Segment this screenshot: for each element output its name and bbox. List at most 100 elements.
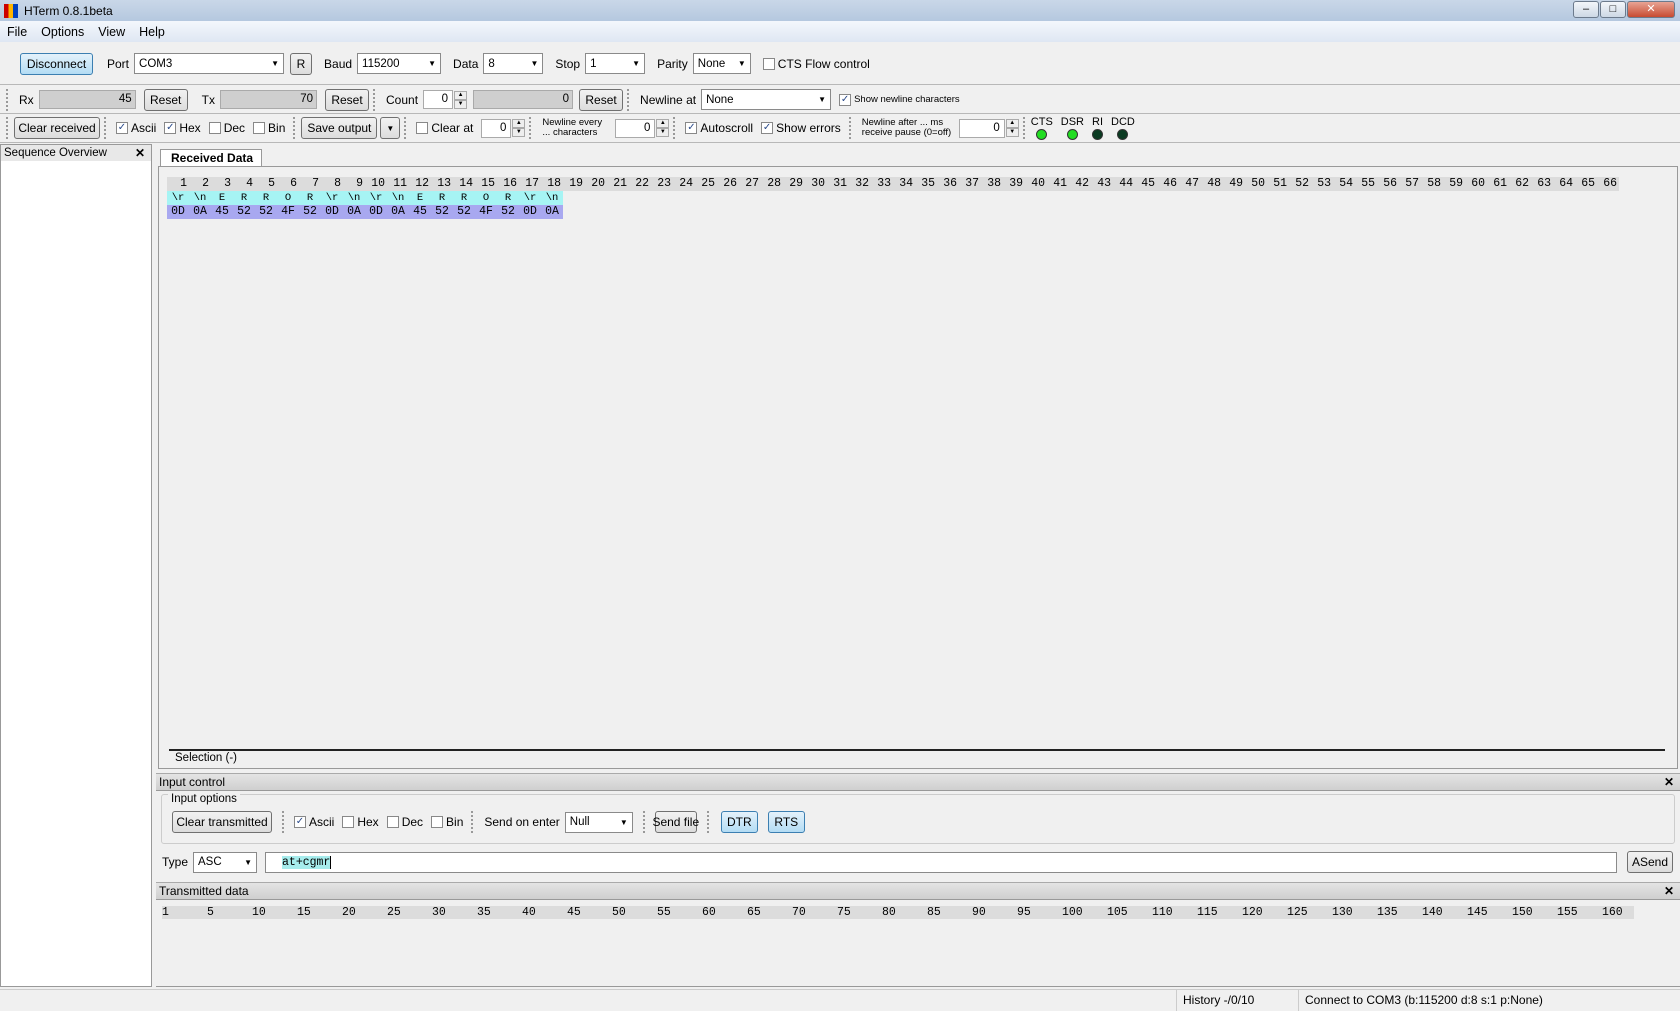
ruler-index: 12 xyxy=(409,177,431,191)
clear-at-spinner[interactable]: ▲ ▼ xyxy=(512,119,526,137)
ruler-index: 56 xyxy=(1377,177,1399,191)
ruler-index: 20 xyxy=(585,177,607,191)
port-value: COM3 xyxy=(139,57,173,70)
ruler-index: 64 xyxy=(1553,177,1575,191)
divider xyxy=(642,811,647,833)
menu-view[interactable]: View xyxy=(91,25,132,39)
newline-after-label: Newline after ... ms receive pause (0=of… xyxy=(861,117,952,138)
newline-after-spinner[interactable]: ▲ ▼ xyxy=(1005,119,1019,137)
toolbar-grip[interactable] xyxy=(627,88,631,111)
menu-file[interactable]: File xyxy=(0,25,34,39)
transmitted-ruler-index: 30 xyxy=(432,906,446,919)
led-indicator-icon xyxy=(1092,129,1104,140)
transmitted-ruler-index: 10 xyxy=(252,906,266,919)
count-reset-button[interactable]: Reset xyxy=(579,88,624,111)
close-icon[interactable]: ✕ xyxy=(1664,774,1674,790)
clear-transmitted-button[interactable]: Clear transmitted xyxy=(172,811,272,833)
autoscroll-label: Autoscroll xyxy=(700,121,754,135)
input-dec-checkbox[interactable]: Dec xyxy=(386,815,423,829)
title-bar: HTerm 0.8.1beta – □ ✕ xyxy=(0,0,1680,21)
asend-button[interactable]: ASend xyxy=(1627,851,1674,873)
save-output-button[interactable]: Save output xyxy=(301,117,378,139)
baud-select[interactable]: 115200 ▼ xyxy=(357,53,442,74)
toolbar-grip[interactable] xyxy=(6,88,10,111)
dec-checkbox[interactable]: Dec xyxy=(208,121,246,135)
disconnect-button[interactable]: Disconnect xyxy=(20,52,93,75)
toolbar-grip[interactable] xyxy=(293,117,297,139)
transmitted-ruler-index: 110 xyxy=(1152,906,1173,919)
divider xyxy=(282,811,286,833)
menu-help[interactable]: Help xyxy=(132,25,172,39)
chevron-down-icon: ▼ xyxy=(244,857,253,867)
toolbar-grip[interactable] xyxy=(848,117,853,139)
minimize-button[interactable]: – xyxy=(1573,1,1599,18)
tx-reset-button[interactable]: Reset xyxy=(325,88,370,111)
toolbar-grip[interactable] xyxy=(373,88,377,111)
input-options-group: Input options Clear transmitted ✓ Ascii H… xyxy=(161,793,1675,844)
type-select[interactable]: ASC ▼ xyxy=(193,851,258,873)
show-errors-checkbox[interactable]: ✓ Show errors xyxy=(761,121,841,135)
rx-reset-button[interactable]: Reset xyxy=(143,88,188,111)
clear-at-input[interactable]: 0 xyxy=(481,118,512,138)
clear-received-button[interactable]: Clear received xyxy=(14,117,100,139)
port-select[interactable]: COM3 ▼ xyxy=(134,53,285,74)
send-on-enter-select[interactable]: Null ▼ xyxy=(564,811,633,833)
ascii-checkbox[interactable]: ✓ Ascii xyxy=(116,121,156,135)
maximize-button[interactable]: □ xyxy=(1600,1,1626,18)
chevron-down-icon: ▼ xyxy=(530,59,539,68)
close-icon[interactable]: ✕ xyxy=(1664,883,1674,899)
ruler-index: 66 xyxy=(1597,177,1619,191)
dtr-button[interactable]: DTR xyxy=(720,811,758,833)
cts-flow-checkbox[interactable]: CTS Flow control xyxy=(762,57,870,71)
transmitted-ruler-index: 130 xyxy=(1332,906,1353,919)
newline-every-input[interactable]: 0 xyxy=(615,118,656,138)
bin-checkbox[interactable]: Bin xyxy=(253,121,285,135)
stop-bits-select[interactable]: 1 ▼ xyxy=(585,53,646,74)
transmitted-ruler-index: 120 xyxy=(1242,906,1263,919)
input-ascii-checkbox[interactable]: ✓ Ascii xyxy=(294,815,334,829)
count-spinner[interactable]: ▲ ▼ xyxy=(454,90,468,109)
toolbar-grip[interactable] xyxy=(1022,117,1027,139)
save-output-dropdown[interactable]: ▼ xyxy=(380,117,401,139)
connection-toolbar: Disconnect Port COM3 ▼ R Baud 115200 ▼ Dat… xyxy=(0,43,1680,85)
tab-received-data[interactable]: Received Data xyxy=(160,149,262,167)
refresh-ports-button[interactable]: R xyxy=(290,52,313,75)
received-ascii-byte: \r xyxy=(365,191,387,205)
ruler-index: 14 xyxy=(453,177,475,191)
newline-every-spinner[interactable]: ▲ ▼ xyxy=(656,119,670,137)
toolbar-grip[interactable] xyxy=(404,117,408,139)
hex-checkbox[interactable]: ✓ Hex xyxy=(164,121,201,135)
send-input[interactable]: at+cgmr xyxy=(265,851,1618,873)
show-newline-checkbox[interactable]: ✓ Show newline characters xyxy=(839,93,960,106)
send-file-button[interactable]: Send file xyxy=(652,811,699,833)
ruler-index: 57 xyxy=(1399,177,1421,191)
input-hex-checkbox[interactable]: Hex xyxy=(342,815,379,829)
dec-label: Dec xyxy=(223,121,246,135)
toolbar-grip[interactable] xyxy=(104,117,108,139)
transmitted-ruler-index: 45 xyxy=(567,906,581,919)
data-bits-select[interactable]: 8 ▼ xyxy=(483,53,544,74)
ruler-index: 11 xyxy=(387,177,409,191)
parity-select[interactable]: None ▼ xyxy=(692,53,751,74)
count-label: Count xyxy=(386,92,419,107)
sequence-overview-panel: Sequence Overview ✕ xyxy=(0,144,152,987)
toolbar-grip[interactable] xyxy=(6,117,10,139)
ruler-index: 26 xyxy=(717,177,739,191)
ruler-index: 10 xyxy=(365,177,387,191)
ruler-index: 31 xyxy=(827,177,849,191)
ruler-index: 60 xyxy=(1465,177,1487,191)
menu-options[interactable]: Options xyxy=(34,25,91,39)
close-icon[interactable]: ✕ xyxy=(135,145,145,161)
rts-button[interactable]: RTS xyxy=(767,811,805,833)
signal-label: RI xyxy=(1092,116,1104,128)
newline-after-input[interactable]: 0 xyxy=(958,118,1005,138)
ruler-index: 53 xyxy=(1311,177,1333,191)
count-input[interactable]: 0 xyxy=(423,90,454,109)
input-bin-checkbox[interactable]: Bin xyxy=(431,815,463,829)
toolbar-grip[interactable] xyxy=(529,117,533,139)
toolbar-grip[interactable] xyxy=(673,117,677,139)
autoscroll-checkbox[interactable]: ✓ Autoscroll xyxy=(685,121,753,135)
clear-at-checkbox[interactable]: Clear at xyxy=(416,121,473,135)
newline-at-select[interactable]: None ▼ xyxy=(701,89,832,110)
close-button[interactable]: ✕ xyxy=(1627,1,1675,18)
